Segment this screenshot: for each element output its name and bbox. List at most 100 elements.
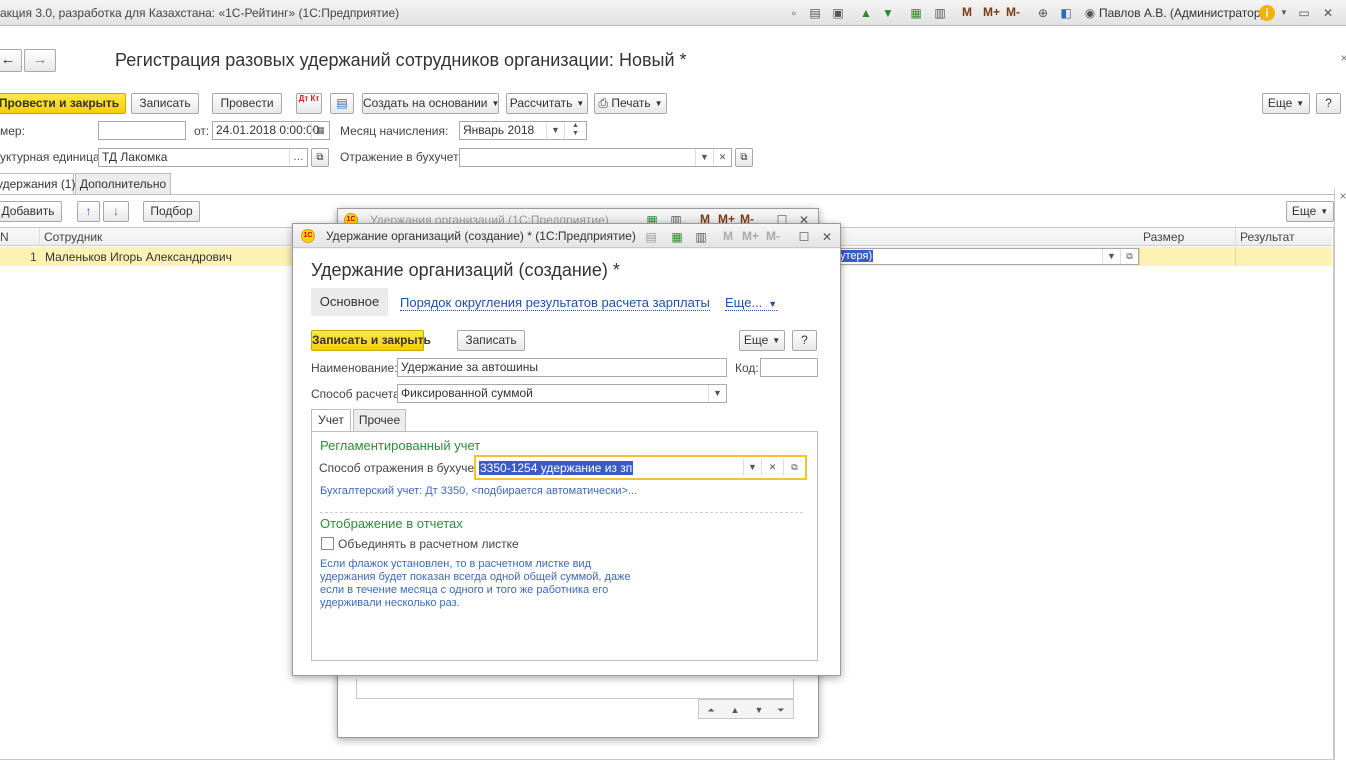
spreadsheet-icon[interactable]: ▦ [669,229,685,245]
select-button[interactable]: Подбор [143,201,200,222]
open-icon[interactable]: ⧉ [735,148,753,167]
spin-icon[interactable]: ▲ ▼ [564,122,586,139]
post-and-close-button[interactable]: Провести и закрыть [0,93,126,114]
row-size-cell[interactable] [1139,247,1236,266]
chevron-down-icon[interactable]: ▼ [743,459,761,476]
ellipsis-icon[interactable]: … [289,149,307,166]
name-label: Наименование: [311,361,398,375]
col-size[interactable]: Размер [1139,228,1236,246]
structure-icon[interactable]: ▤ [330,93,354,114]
name-input[interactable]: Удержание за автошины [397,358,727,377]
panels-icon[interactable]: ◧ [1058,5,1074,21]
user-name[interactable]: Павлов А.В. (Администратор) [1099,6,1265,20]
open-icon[interactable]: ⧉ [1120,249,1138,264]
download-icon[interactable]: ▼ [880,5,896,21]
tab-other[interactable]: Прочее [353,409,406,431]
memory-m-minus[interactable]: M- [766,229,780,243]
preview-icon[interactable]: ▣ [830,5,846,21]
tab-accounting[interactable]: Учет [311,409,351,432]
first-icon[interactable]: ⏶ [703,702,719,718]
memory-m-minus[interactable]: M- [1006,5,1020,19]
close-icon[interactable]: ✕ [819,229,835,245]
calendar-icon[interactable]: ▥ [932,5,948,21]
memory-m[interactable]: M [962,5,972,19]
move-up-button[interactable]: ↑ [77,201,100,222]
reflect-method-value: 3350-1254 удержание из зп [479,461,634,475]
up-icon[interactable]: ▲ [727,702,743,718]
reflect-method-input[interactable]: 3350-1254 удержание из зп ▼ ✕ ⧉ [474,455,807,480]
dialog-save-button[interactable]: Записать [457,330,525,351]
reflect-input[interactable]: ▼ ✕ [459,148,732,167]
dialog-window-title: Удержание организаций (создание) * (1С:П… [326,229,636,243]
clear-icon[interactable]: ✕ [761,459,783,476]
info-icon[interactable]: i [1259,5,1275,21]
minimize-icon[interactable]: ▭ [1296,5,1312,21]
spreadsheet-icon[interactable]: ▦ [908,5,924,21]
dialog-more-button[interactable]: Еще ▼ [739,330,785,351]
chevron-down-icon: ▼ [1296,99,1305,108]
open-icon[interactable]: ⧉ [783,459,805,476]
memory-m-plus[interactable]: M+ [983,5,1000,19]
save-and-close-button[interactable]: Записать и закрыть [311,330,431,351]
chevron-down-icon[interactable]: ▼ [546,122,564,139]
number-input[interactable] [98,121,186,140]
post-button[interactable]: Провести [212,93,282,114]
unit-input[interactable]: ТД Лакомка… [98,148,308,167]
forward-button[interactable]: → [24,49,56,72]
col-result[interactable]: Результат [1236,228,1332,246]
tab-deductions[interactable]: удержания (1) [0,173,75,195]
col-n[interactable]: N [0,228,40,246]
chevron-down-icon[interactable]: ▼ [1102,249,1120,264]
bg-list-area [356,679,794,699]
chevron-down-icon[interactable]: ▼ [695,149,713,166]
print-icon[interactable]: ▤ [643,229,659,245]
table-more-button[interactable]: Еще ▼ [1286,201,1334,222]
section-divider [320,512,803,513]
chevron-down-icon[interactable]: ▼ [708,385,726,402]
tab-additional[interactable]: Дополнительно [75,173,171,195]
row-deduction-input[interactable]: утеря) ▼ ⧉ [832,248,1139,265]
zoom-icon[interactable]: ⊕ [1035,5,1051,21]
calendar-icon[interactable]: ▥ [693,229,709,245]
memory-m-plus[interactable]: M+ [742,229,759,243]
combine-label[interactable]: Объединять в расчетном листке [338,537,519,551]
save-icon[interactable]: ▫ [786,5,802,21]
save-button[interactable]: Записать [131,93,199,114]
nav-rounding-link[interactable]: Порядок округления результатов расчета з… [400,295,710,311]
combine-checkbox[interactable] [321,537,334,550]
move-down-button[interactable]: ↓ [103,201,129,222]
calendar-icon[interactable]: ▦ [311,122,329,139]
more-button[interactable]: Еще ▼ [1262,93,1310,114]
clear-icon[interactable]: ✕ [713,149,731,166]
code-input[interactable] [760,358,818,377]
close-form-icon[interactable]: × [1336,50,1346,66]
nav-more-link[interactable]: Еще... ▼ [725,295,778,311]
last-icon[interactable]: ⏷ [773,702,789,718]
close-panel-icon[interactable]: × [1335,188,1346,204]
row-employee[interactable]: Маленьков Игорь Александрович [45,250,232,264]
back-button[interactable]: ← [0,49,22,72]
dt-kt-button[interactable]: Дт Кт [296,93,322,114]
print-button[interactable]: ⎙ Печать ▼ [594,93,667,114]
nav-main[interactable]: Основное [311,288,388,316]
row-n: 1 [30,250,37,264]
date-input[interactable]: 24.01.2018 0:00:00 ▦ [212,121,330,140]
method-select[interactable]: Фиксированной суммой ▼ [397,384,727,403]
memory-m[interactable]: M [723,229,733,243]
open-icon[interactable]: ⧉ [311,148,329,167]
accounting-info-link[interactable]: Бухгалтерский учет: Дт 3350, <подбираетс… [320,485,637,498]
print-icon[interactable]: ▤ [807,5,823,21]
date-label: от: [194,124,210,138]
create-based-on-button[interactable]: Создать на основании ▼ [362,93,499,114]
maximize-icon[interactable]: ☐ [796,229,812,245]
add-row-button[interactable]: Добавить [0,201,62,222]
down-icon[interactable]: ▼ [751,702,767,718]
dialog-help-button[interactable]: ? [792,330,817,351]
close-icon[interactable]: ✕ [1320,5,1336,21]
month-input[interactable]: Январь 2018 ▼ ▲ ▼ [459,121,587,140]
upload-icon[interactable]: ▲ [858,5,874,21]
calculate-button[interactable]: Рассчитать ▼ [506,93,588,114]
chevron-down-icon[interactable]: ▼ [1276,5,1292,21]
help-button[interactable]: ? [1316,93,1341,114]
col-employee[interactable]: Сотрудник [40,228,300,246]
